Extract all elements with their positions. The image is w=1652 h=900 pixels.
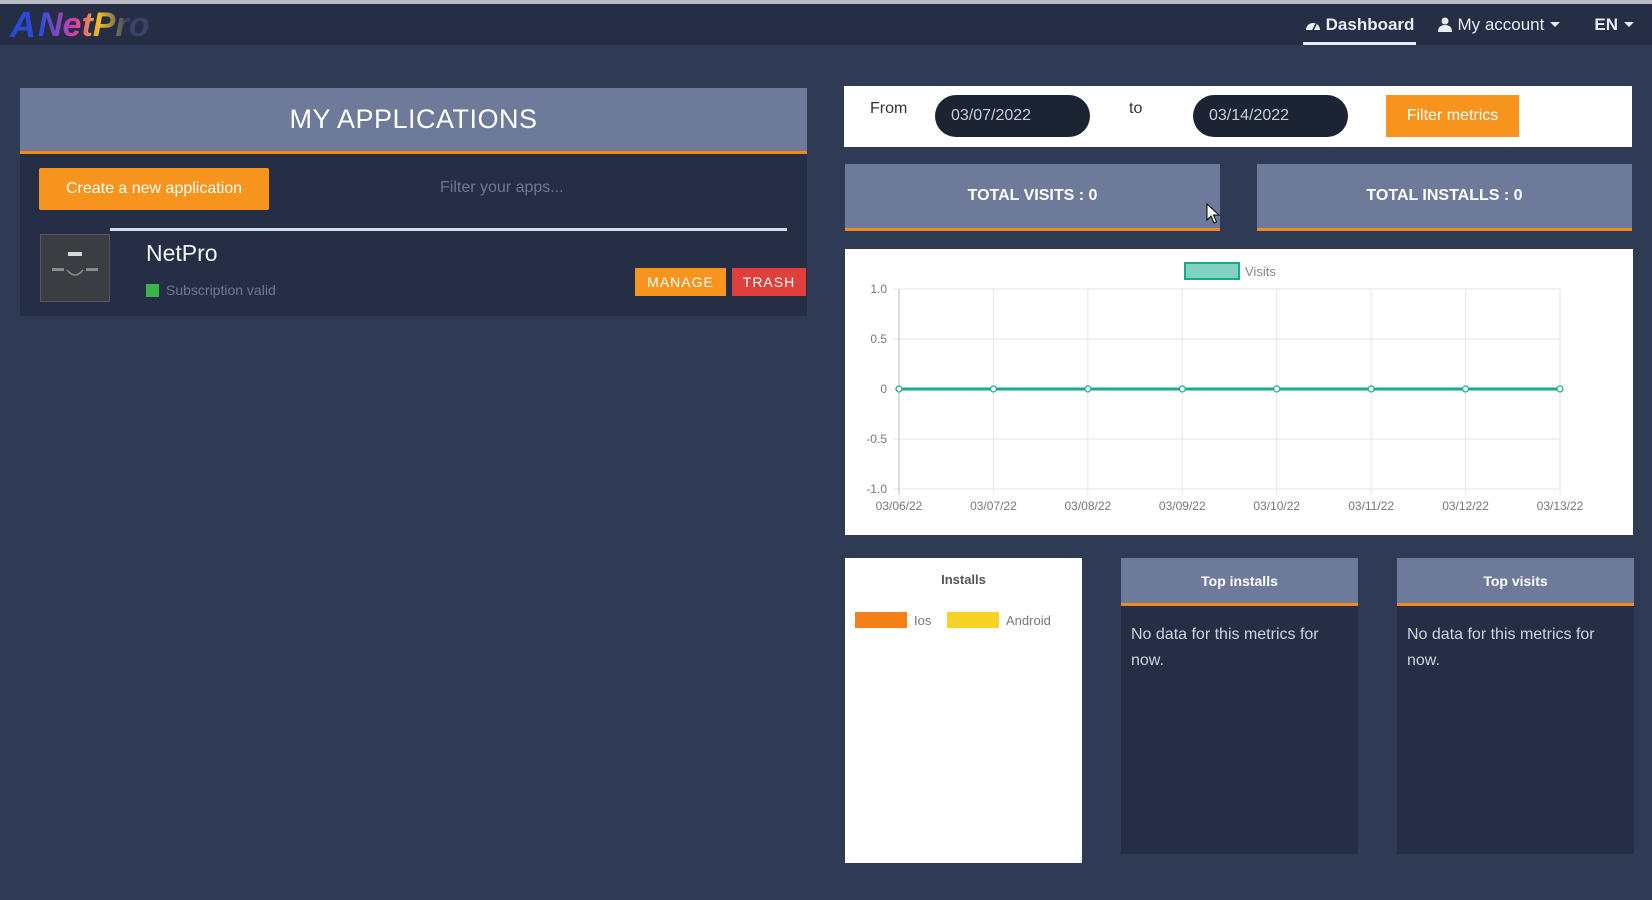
applications-toolbar: Create a new application <box>20 154 807 216</box>
to-date-input[interactable] <box>1193 95 1348 137</box>
top-navbar: A NetPro Dashboard My account EN <box>0 0 1652 45</box>
total-visits-card: TOTAL VISITS : 0 <box>845 164 1220 231</box>
x-tick-label: 03/09/22 <box>1159 499 1206 513</box>
legend-android-swatch <box>947 612 999 628</box>
visits-chart: 1.0 0.5 0 -0.5 -1.0 03/06/22 03/07/22 03/08/22 0… <box>845 249 1633 535</box>
nav-menu: Dashboard My account EN <box>1302 4 1652 45</box>
nav-my-account[interactable]: My account <box>1438 4 1561 45</box>
from-date-input[interactable] <box>935 95 1090 137</box>
status-indicator-icon <box>146 283 159 297</box>
x-tick-label: 03/12/22 <box>1442 499 1489 513</box>
y-tick-label: -1.0 <box>866 482 887 496</box>
top-visits-message: No data for this metrics for now. <box>1407 626 1595 669</box>
legend-android-label: Android <box>1006 612 1051 628</box>
y-tick-label: 1.0 <box>870 282 887 296</box>
top-installs-message: No data for this metrics for now. <box>1131 626 1319 669</box>
total-installs-card: TOTAL INSTALLS : 0 <box>1257 164 1632 231</box>
user-icon <box>1438 17 1453 32</box>
logo-mark: A <box>10 4 36 45</box>
chevron-down-icon <box>1550 22 1561 27</box>
data-point <box>1273 385 1281 393</box>
top-visits-panel: Top visits No data for this metrics for … <box>1397 558 1634 854</box>
dashboard-icon <box>1305 22 1320 30</box>
top-visits-title: Top visits <box>1397 558 1634 606</box>
applications-title: MY APPLICATIONS <box>20 88 807 154</box>
nav-account-label: My account <box>1457 14 1545 34</box>
subscription-status-text: Subscription valid <box>166 282 276 298</box>
top-installs-title: Top installs <box>1121 558 1358 606</box>
x-tick-label: 03/07/22 <box>970 499 1017 513</box>
x-tick-label: 03/10/22 <box>1253 499 1300 513</box>
brand-logo[interactable]: A NetPro <box>10 4 150 45</box>
application-row: NetPro Subscription valid MANAGE TRASH <box>40 230 806 306</box>
top-installs-panel: Top installs No data for this metrics fo… <box>1121 558 1358 854</box>
nav-dashboard-label: Dashboard <box>1325 14 1415 34</box>
app-thumbnail <box>40 234 110 302</box>
legend-swatch <box>1184 262 1240 280</box>
from-label: From <box>870 100 908 117</box>
language-selector[interactable]: EN <box>1594 4 1634 45</box>
y-tick-label: -0.5 <box>866 432 887 446</box>
app-thumbnail-icon <box>52 252 98 276</box>
nav-dashboard[interactable]: Dashboard <box>1302 4 1417 45</box>
installs-chart: Installs Ios Android <box>845 558 1082 863</box>
subscription-status: Subscription valid <box>146 282 276 298</box>
applications-panel: MY APPLICATIONS Create a new application… <box>20 88 807 316</box>
legend-android[interactable]: Android <box>947 612 1051 628</box>
y-tick-label: 0.5 <box>870 332 887 346</box>
chevron-down-icon <box>1624 22 1634 27</box>
manage-button[interactable]: MANAGE <box>635 268 726 296</box>
data-point <box>1178 385 1186 393</box>
filter-metrics-button[interactable]: Filter metrics <box>1386 95 1519 137</box>
installs-title: Installs <box>941 572 986 587</box>
legend-ios-label: Ios <box>914 612 932 628</box>
data-point <box>1367 385 1375 393</box>
x-tick-label: 03/08/22 <box>1064 499 1111 513</box>
logo-text: NetPro <box>38 6 150 44</box>
data-point <box>989 385 998 393</box>
mouse-cursor-icon <box>1206 203 1220 224</box>
trash-button[interactable]: TRASH <box>732 268 806 296</box>
create-application-button[interactable]: Create a new application <box>39 168 269 210</box>
to-label: to <box>1129 100 1143 117</box>
y-tick-label: 0 <box>880 382 887 396</box>
data-point <box>895 385 903 393</box>
legend-label: Visits <box>1245 264 1276 279</box>
x-tick-label: 03/13/22 <box>1537 499 1584 513</box>
date-filter-bar: From to Filter metrics <box>844 86 1632 147</box>
visits-chart-svg: 1.0 0.5 0 -0.5 -1.0 03/06/22 03/07/22 03/08/22 0… <box>866 262 1584 513</box>
x-tick-label: 03/11/22 <box>1348 499 1394 513</box>
legend-ios-swatch <box>855 612 907 628</box>
filter-apps-input[interactable] <box>440 174 770 202</box>
data-point <box>1556 385 1564 393</box>
legend-ios[interactable]: Ios <box>855 612 931 628</box>
language-label: EN <box>1594 14 1618 34</box>
data-point <box>1461 385 1470 393</box>
x-tick-label: 03/06/22 <box>876 499 923 513</box>
data-point <box>1084 385 1092 393</box>
app-name[interactable]: NetPro <box>146 240 218 267</box>
